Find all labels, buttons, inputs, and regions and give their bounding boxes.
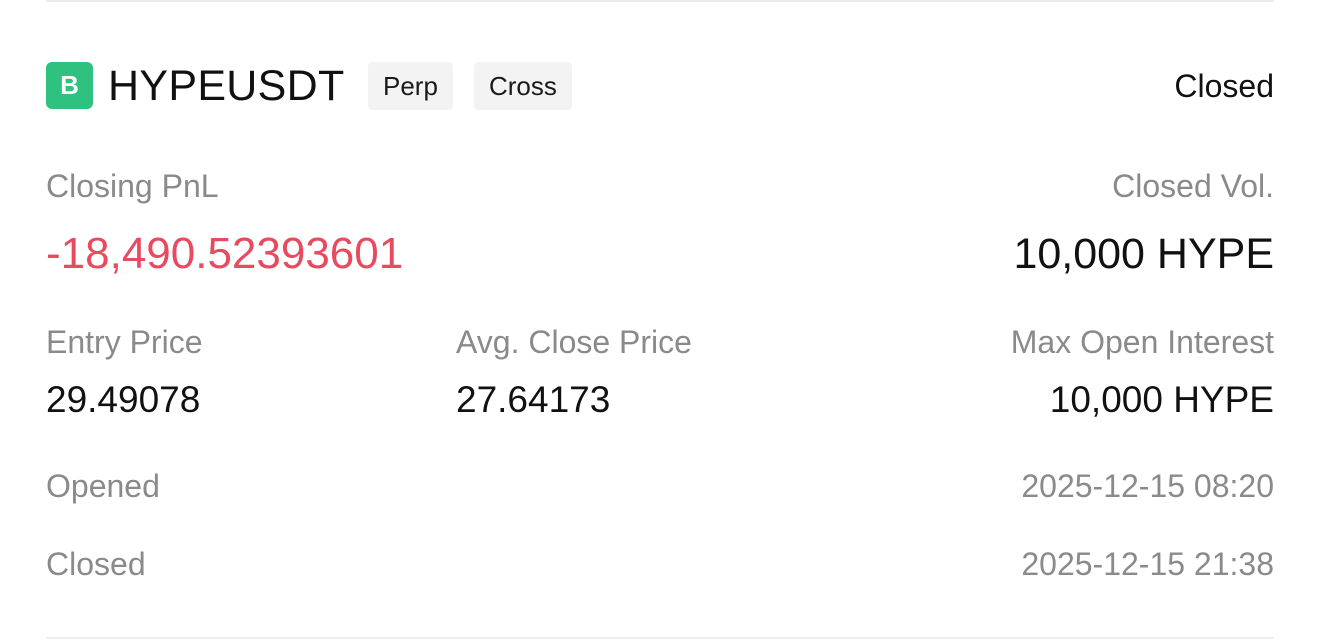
- avg-close-price-label: Avg. Close Price: [456, 324, 692, 360]
- max-open-interest-value: 10,000 HYPE: [1049, 379, 1274, 420]
- position-header: B HYPEUSDT Perp Cross Closed: [46, 62, 1274, 110]
- cross-tag: Cross: [474, 62, 572, 110]
- entry-price-label: Entry Price: [46, 324, 203, 360]
- opened-label: Opened: [46, 468, 160, 504]
- perp-tag: Perp: [368, 62, 453, 110]
- opened-time: 2025-12-15 08:20: [1021, 468, 1274, 504]
- entry-price-value: 29.49078: [46, 379, 201, 420]
- closing-pnl-label: Closing PnL: [46, 168, 219, 204]
- exchange-badge-icon: B: [46, 62, 93, 109]
- max-open-interest-label: Max Open Interest: [1010, 324, 1274, 360]
- bottom-divider: [46, 637, 1274, 639]
- symbol-title: HYPEUSDT: [108, 62, 345, 110]
- position-status: Closed: [1174, 68, 1274, 104]
- top-divider: [46, 0, 1274, 2]
- closed-vol-value: 10,000 HYPE: [1013, 230, 1274, 278]
- closed-time: 2025-12-15 21:38: [1021, 546, 1274, 582]
- closing-pnl-value: -18,490.52393601: [46, 229, 404, 278]
- position-card: B HYPEUSDT Perp Cross Closed Closing PnL…: [0, 0, 1320, 640]
- closed-vol-label: Closed Vol.: [1112, 168, 1274, 204]
- avg-close-price-value: 27.64173: [456, 379, 611, 420]
- closed-label: Closed: [46, 546, 146, 582]
